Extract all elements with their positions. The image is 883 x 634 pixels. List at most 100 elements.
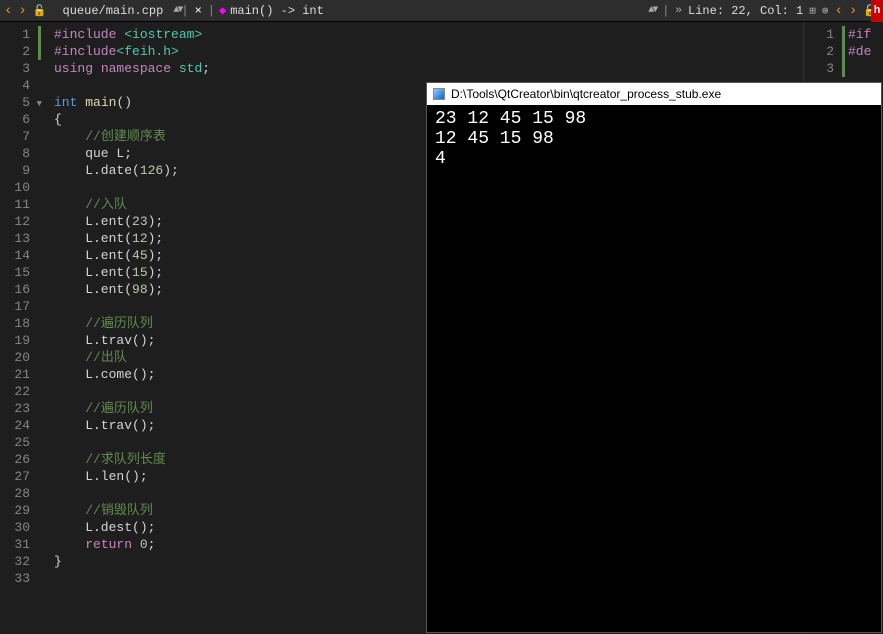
code-line[interactable]: //出队 xyxy=(54,349,210,366)
code-line[interactable]: } xyxy=(54,553,210,570)
line-number: 17 xyxy=(4,298,30,315)
code-line[interactable] xyxy=(54,434,210,451)
code-line[interactable]: que L; xyxy=(54,145,210,162)
line-number: 31 xyxy=(4,536,30,553)
code-line[interactable]: L.come(); xyxy=(54,366,210,383)
line-number: 11 xyxy=(4,196,30,213)
split-icon[interactable]: ⊞ xyxy=(809,4,816,18)
code-line[interactable]: //遍历队列 xyxy=(54,400,210,417)
line-number: 3 xyxy=(808,60,834,77)
code-line[interactable]: //遍历队列 xyxy=(54,315,210,332)
back-icon-2[interactable]: ‹ xyxy=(834,3,842,19)
code-line[interactable] xyxy=(54,383,210,400)
line-number: 13 xyxy=(4,230,30,247)
line-number: 6 xyxy=(4,111,30,128)
updown-icon[interactable]: ▲▼ xyxy=(648,5,656,16)
console-line: 23 12 45 15 98 xyxy=(435,109,873,129)
line-col-indicator[interactable]: Line: 22, Col: 1 xyxy=(688,4,803,18)
code-line[interactable]: #if xyxy=(848,26,871,43)
line-number: 27 xyxy=(4,468,30,485)
console-window[interactable]: D:\Tools\QtCreator\bin\qtcreator_process… xyxy=(426,82,882,633)
close-icon[interactable]: × xyxy=(189,4,208,18)
line-number: 21 xyxy=(4,366,30,383)
jump-icon[interactable]: » xyxy=(675,5,682,17)
line-number: 10 xyxy=(4,179,30,196)
console-line: 4 xyxy=(435,149,873,169)
code-line[interactable]: #include<feih.h> xyxy=(54,43,210,60)
console-title-text: D:\Tools\QtCreator\bin\qtcreator_process… xyxy=(451,87,721,101)
code-line[interactable] xyxy=(54,298,210,315)
line-number: 8 xyxy=(4,145,30,162)
line-number: 30 xyxy=(4,519,30,536)
code-line[interactable]: L.date(126); xyxy=(54,162,210,179)
code-line[interactable]: return 0; xyxy=(54,536,210,553)
line-number: 18 xyxy=(4,315,30,332)
function-signature[interactable]: main() -> int xyxy=(230,4,324,18)
line-number: 22 xyxy=(4,383,30,400)
line-number: 5 xyxy=(4,94,30,111)
code-line[interactable]: //入队 xyxy=(54,196,210,213)
line-number: 2 xyxy=(808,43,834,60)
code-line[interactable] xyxy=(54,77,210,94)
lock-icon[interactable]: 🔓 xyxy=(33,4,47,18)
line-number: 9 xyxy=(4,162,30,179)
code-area[interactable]: #include <iostream>#include<feih.h>using… xyxy=(42,22,222,634)
line-number: 15 xyxy=(4,264,30,281)
line-number: 14 xyxy=(4,247,30,264)
updown-icon[interactable]: ▲▼ xyxy=(173,5,181,16)
header-indicator: h xyxy=(871,0,883,22)
line-number: 25 xyxy=(4,434,30,451)
code-line[interactable]: //销毁队列 xyxy=(54,502,210,519)
line-number: 1 xyxy=(4,26,30,43)
line-number: 28 xyxy=(4,485,30,502)
line-number: 24 xyxy=(4,417,30,434)
line-number: 12 xyxy=(4,213,30,230)
forward-icon-2[interactable]: › xyxy=(849,3,857,19)
console-titlebar[interactable]: D:\Tools\QtCreator\bin\qtcreator_process… xyxy=(427,83,881,105)
line-number-gutter: 1234567891011121314151617181920212223242… xyxy=(0,22,36,634)
console-output: 23 12 45 15 9812 45 15 984 xyxy=(427,105,881,173)
line-number: 26 xyxy=(4,451,30,468)
code-line[interactable]: L.trav(); xyxy=(54,417,210,434)
code-line[interactable]: L.trav(); xyxy=(54,332,210,349)
console-line: 12 45 15 98 xyxy=(435,129,873,149)
code-line[interactable] xyxy=(54,485,210,502)
file-path[interactable]: queue/main.cpp xyxy=(53,4,174,18)
code-line[interactable]: L.dest(); xyxy=(54,519,210,536)
back-icon[interactable]: ‹ xyxy=(4,3,12,19)
code-line[interactable]: { xyxy=(54,111,210,128)
code-line[interactable]: int main() xyxy=(54,94,210,111)
line-number: 20 xyxy=(4,349,30,366)
line-number: 3 xyxy=(4,60,30,77)
code-line[interactable] xyxy=(848,60,871,77)
line-number: 19 xyxy=(4,332,30,349)
line-number: 16 xyxy=(4,281,30,298)
code-line[interactable]: L.ent(45); xyxy=(54,247,210,264)
line-number: 7 xyxy=(4,128,30,145)
line-number: 4 xyxy=(4,77,30,94)
forward-icon[interactable]: › xyxy=(18,3,26,19)
diamond-icon[interactable]: ◆ xyxy=(215,3,230,18)
code-line[interactable]: #de xyxy=(848,43,871,60)
line-number: 2 xyxy=(4,43,30,60)
code-line[interactable] xyxy=(54,179,210,196)
code-line[interactable]: L.ent(98); xyxy=(54,281,210,298)
code-line[interactable]: //求队列长度 xyxy=(54,451,210,468)
add-split-icon[interactable]: ⊕ xyxy=(822,4,829,18)
line-number: 33 xyxy=(4,570,30,587)
line-number: 23 xyxy=(4,400,30,417)
line-number: 29 xyxy=(4,502,30,519)
code-line[interactable]: #include <iostream> xyxy=(54,26,210,43)
code-line[interactable]: L.ent(12); xyxy=(54,230,210,247)
line-number: 1 xyxy=(808,26,834,43)
line-number: 32 xyxy=(4,553,30,570)
code-line[interactable]: L.ent(15); xyxy=(54,264,210,281)
code-line[interactable]: using namespace std; xyxy=(54,60,210,77)
code-line[interactable] xyxy=(54,570,210,587)
code-line[interactable]: L.ent(23); xyxy=(54,213,210,230)
console-app-icon xyxy=(433,88,445,100)
code-line[interactable]: L.len(); xyxy=(54,468,210,485)
code-line[interactable]: //创建顺序表 xyxy=(54,128,210,145)
code-editor[interactable]: 1234567891011121314151617181920212223242… xyxy=(0,22,222,634)
toolbar: ‹ › 🔓 queue/main.cpp ▲▼ | × | ◆ main() -… xyxy=(0,0,883,22)
